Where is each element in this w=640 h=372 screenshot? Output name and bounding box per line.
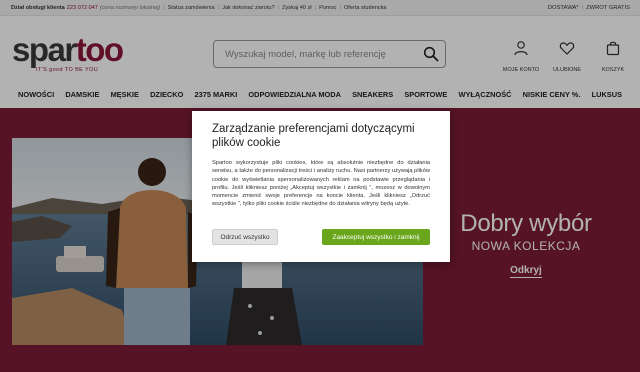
cookie-dialog-body: Spartoo wykorzystuje pliki cookies, któr… bbox=[212, 160, 430, 208]
cookie-dialog-title: Zarządzanie preferencjami dotyczącymi pl… bbox=[212, 123, 415, 149]
reject-all-button[interactable]: Odrzuć wszystko bbox=[212, 229, 278, 245]
accept-all-button[interactable]: Zaakceptuj wszystko i zamknij bbox=[322, 229, 430, 245]
cookie-consent-dialog: Zarządzanie preferencjami dotyczącymi pl… bbox=[192, 111, 450, 262]
